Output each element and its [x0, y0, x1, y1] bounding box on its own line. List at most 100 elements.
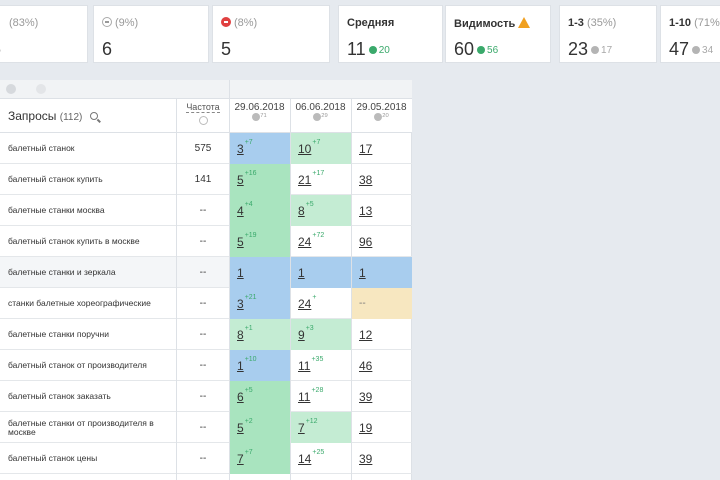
frequency-cell: -- [199, 453, 207, 464]
position-link[interactable]: 4 [237, 204, 244, 218]
search-icon[interactable] [89, 112, 98, 120]
position-link[interactable]: 8 [237, 328, 244, 342]
position-cell: 6 +5 [229, 381, 290, 412]
neutral-dot-icon [591, 46, 600, 55]
position-delta: +2 [244, 418, 253, 425]
frequency-cell: -- [199, 236, 207, 247]
stat-average-label: Средняя [347, 17, 395, 29]
position-link[interactable]: 39 [359, 452, 372, 466]
position-link[interactable]: 11 [298, 359, 310, 373]
frequency-column-header[interactable]: Частота [177, 102, 229, 125]
position-link[interactable]: 39 [359, 390, 372, 404]
position-link[interactable]: 14 [298, 452, 311, 466]
position-link[interactable]: 21 [298, 173, 311, 187]
position-link[interactable]: 24 [298, 297, 311, 311]
position-cell: 11 +35 [290, 350, 351, 381]
frequency-cell: 141 [194, 174, 212, 185]
frequency-header-label: Частота [186, 102, 220, 113]
position-link[interactable]: 96 [359, 235, 372, 249]
position-link[interactable]: 8 [298, 204, 305, 218]
position-delta: +7 [244, 449, 253, 456]
query-column-header[interactable]: Запросы (112) [8, 109, 98, 123]
position-link[interactable]: 6 [237, 390, 244, 404]
stat-card-average: Средняя 11 20 [338, 5, 443, 63]
position-link[interactable]: 7 [237, 452, 244, 466]
query-cell: балетный станок от производителя [8, 360, 147, 370]
query-cell: балетные станки поручни [8, 329, 109, 339]
position-link[interactable]: 1 [298, 266, 305, 280]
column-divider [351, 99, 352, 480]
stat-average-value: 11 [347, 39, 366, 59]
position-link[interactable]: 5 [237, 173, 244, 187]
stat-card-visibility: Видимость 60 56 [445, 5, 551, 63]
position-cell: 14 +25 [290, 443, 351, 474]
position-cell: 1 +10 [229, 350, 290, 381]
position-delta: +72 [312, 232, 325, 239]
stat-visibility-value: 60 [454, 39, 475, 59]
position-link[interactable]: 24 [298, 235, 311, 249]
positions-table: Запросы (112) Частота 29.06.2018 71 06.0… [0, 80, 412, 480]
position-link[interactable]: 12 [359, 328, 372, 342]
query-cell: балетный станок купить в москве [8, 236, 140, 246]
position-link[interactable]: 11 [298, 390, 310, 404]
stat-card-same: (9%) 6 [93, 5, 209, 63]
position-delta: + [312, 294, 317, 301]
position-link[interactable]: 3 [237, 142, 244, 156]
position-cell: 3 +21 [229, 288, 290, 319]
toggle-icon[interactable] [6, 84, 16, 94]
position-link[interactable]: 9 [298, 328, 305, 342]
no-change-icon [102, 17, 112, 27]
frequency-cell: -- [199, 422, 207, 433]
date-label: 06.06.2018 [295, 102, 346, 113]
position-link[interactable]: 46 [359, 359, 372, 373]
position-link[interactable]: 19 [359, 421, 372, 435]
link-icon[interactable] [36, 84, 46, 94]
column-divider [176, 99, 177, 480]
stat-visibility-delta: 56 [487, 44, 499, 56]
stat-card-top3: 1-3 (35%) 23 17 [559, 5, 657, 63]
position-cell: 13 [351, 195, 412, 226]
stat-up-pct: (83%) [9, 17, 39, 29]
date-column-header[interactable]: 06.06.2018 29 [290, 102, 351, 122]
position-delta: +21 [244, 294, 257, 301]
position-delta: +10 [244, 356, 257, 363]
position-link[interactable]: 7 [298, 421, 305, 435]
date-column-header[interactable]: 29.06.2018 71 [229, 102, 290, 122]
position-cell: 19 [351, 412, 412, 443]
position-link[interactable]: 17 [359, 142, 372, 156]
position-link[interactable]: 1 [237, 266, 244, 280]
position-delta: +3 [305, 325, 314, 332]
date-column-header[interactable]: 29.05.2018 20 [351, 102, 412, 122]
date-query-count: 29 [321, 113, 328, 119]
position-cell: 96 [351, 226, 412, 257]
stat-same-value: 6 [102, 39, 113, 59]
up-dot-icon [368, 46, 377, 55]
position-cell: 24 +72 [290, 226, 351, 257]
position-link[interactable]: 1 [359, 266, 366, 280]
position-link[interactable]: 38 [359, 173, 372, 187]
query-cell: балетные станки и зеркала [8, 267, 116, 277]
position-delta: +28 [311, 387, 324, 394]
up-dot-icon [477, 46, 486, 55]
query-count: (112) [59, 112, 83, 123]
stat-up-value: 6 [0, 39, 1, 59]
stat-top10-delta: 34 [702, 44, 714, 56]
position-cell: 5 +2 [229, 412, 290, 443]
neutral-dot-icon [692, 46, 701, 55]
position-link[interactable]: 10 [298, 142, 311, 156]
position-link[interactable]: 13 [359, 204, 372, 218]
position-delta: +7 [244, 139, 253, 146]
position-link[interactable]: 1 [237, 359, 244, 373]
position-cell: 3 +7 [229, 133, 290, 164]
warning-icon[interactable] [518, 17, 531, 28]
query-header-label: Запросы [8, 109, 57, 123]
stat-top3-value: 23 [568, 39, 589, 59]
position-link[interactable]: 5 [237, 421, 244, 435]
position-cell: 5 +16 [229, 164, 290, 195]
position-cell: 12 [351, 319, 412, 350]
position-link[interactable]: 3 [237, 297, 244, 311]
frequency-settings-icon[interactable] [198, 116, 208, 125]
date-label: 29.06.2018 [234, 102, 285, 113]
position-link[interactable]: 5 [237, 235, 244, 249]
stat-top10-value: 47 [669, 39, 690, 59]
